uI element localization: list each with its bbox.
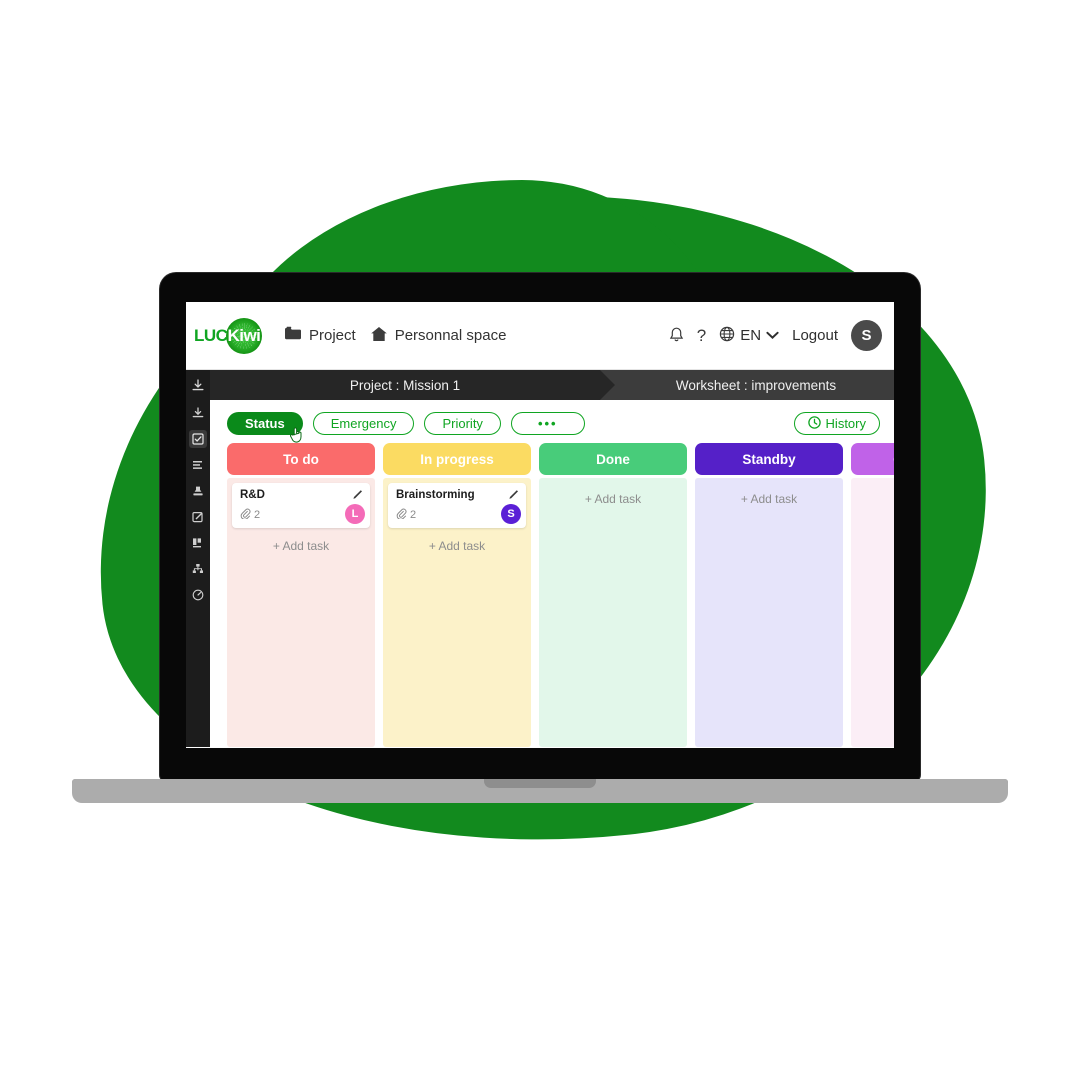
task-title: Brainstorming (396, 489, 475, 501)
laptop-screen: LUCKiwi Project Personnal space ? EN Log… (186, 302, 894, 748)
breadcrumb-worksheet[interactable]: Worksheet : improvements (600, 370, 894, 400)
kanban-column-body: + Add task (851, 478, 894, 747)
kanban-column-header[interactable]: Cancelled (851, 443, 894, 475)
board-content: Status Emergency Priority ••• History To… (210, 400, 894, 747)
header-actions: ? EN Logout S (669, 320, 882, 351)
history-button[interactable]: History (793, 412, 880, 435)
folder-icon (284, 326, 302, 345)
filter-chip-more-label: ••• (537, 416, 558, 431)
kanban-column-header[interactable]: Standby (695, 443, 843, 475)
sidebar-item-list[interactable] (189, 456, 207, 474)
logo-kiwi: Kiwi (227, 325, 261, 345)
question-mark-icon[interactable]: ? (697, 326, 706, 346)
kanban-column-header[interactable]: In progress (383, 443, 531, 475)
filter-chip-status-label: Status (245, 416, 285, 431)
kanban-column: Done + Add task (539, 443, 687, 747)
task-card[interactable]: Brainstorming 2 S (388, 483, 526, 528)
import-icon[interactable] (186, 370, 210, 400)
nav-item-project[interactable]: Project (284, 326, 356, 345)
add-task-button[interactable]: + Add task (856, 483, 894, 506)
chevron-down-icon (766, 327, 779, 344)
logout-button[interactable]: Logout (792, 327, 838, 344)
app-logo[interactable]: LUCKiwi (194, 316, 270, 356)
left-sidebar (186, 400, 210, 747)
sidebar-item-import[interactable] (189, 404, 207, 422)
sidebar-item-org-chart[interactable] (189, 560, 207, 578)
kanban-column-header[interactable]: Done (539, 443, 687, 475)
logo-luc: LUC (194, 325, 228, 345)
poster-stage: LUCKiwi Project Personnal space ? EN Log… (0, 0, 1080, 1080)
app-header: LUCKiwi Project Personnal space ? EN Log… (186, 302, 894, 370)
kanban-board: To do R&D 2 L + Add task In progress Brainstor… (210, 443, 894, 747)
kanban-column-header[interactable]: To do (227, 443, 375, 475)
sidebar-item-edit-note[interactable] (189, 508, 207, 526)
breadcrumb: Project : Mission 1 Worksheet : improvem… (186, 370, 894, 400)
bell-icon[interactable] (669, 327, 684, 344)
clock-icon (807, 415, 821, 432)
sidebar-item-stamp[interactable] (189, 482, 207, 500)
globe-icon (719, 326, 735, 346)
kanban-column-body: R&D 2 L + Add task (227, 478, 375, 747)
filter-chip-priority[interactable]: Priority (424, 412, 501, 435)
laptop-mockup: LUCKiwi Project Personnal space ? EN Log… (0, 0, 1080, 1080)
filter-chip-emergency-label: Emergency (330, 416, 397, 431)
nav-label-project: Project (309, 327, 356, 344)
hand-cursor-icon (289, 426, 304, 444)
add-task-button[interactable]: + Add task (700, 483, 838, 506)
add-task-button[interactable]: + Add task (544, 483, 682, 506)
attachment-count: 2 (254, 509, 261, 521)
sidebar-item-checklist[interactable] (189, 430, 207, 448)
attachment-icon (240, 508, 251, 522)
kanban-column: Cancelled + Add task (851, 443, 894, 747)
kanban-column-body: + Add task (539, 478, 687, 747)
filter-row: Status Emergency Priority ••• History (210, 400, 894, 443)
sidebar-item-gauge[interactable] (189, 586, 207, 604)
avatar[interactable]: S (851, 320, 882, 351)
app-body: Status Emergency Priority ••• History To… (186, 400, 894, 747)
task-assignee-avatar[interactable]: L (345, 504, 365, 524)
kanban-column: To do R&D 2 L + Add task (227, 443, 375, 747)
home-icon (370, 326, 388, 346)
filter-chip-priority-label: Priority (442, 416, 483, 431)
attachment-count: 2 (410, 509, 417, 521)
task-title: R&D (240, 489, 265, 501)
nav-item-personal-space[interactable]: Personnal space (370, 326, 507, 346)
history-label: History (825, 416, 866, 431)
laptop-trackpad-notch (484, 779, 596, 788)
language-value: EN (740, 327, 762, 344)
attachment-icon (396, 508, 407, 522)
add-task-button[interactable]: + Add task (388, 528, 526, 553)
language-selector[interactable]: EN (719, 326, 779, 346)
filter-chip-more[interactable]: ••• (510, 412, 585, 435)
kanban-column: In progress Brainstorming 2 S + Add task (383, 443, 531, 747)
add-task-button[interactable]: + Add task (232, 528, 370, 553)
kanban-column-body: + Add task (695, 478, 843, 747)
task-assignee-avatar[interactable]: S (501, 504, 521, 524)
kanban-column: Standby + Add task (695, 443, 843, 747)
nav-label-personal-space: Personnal space (394, 327, 507, 344)
filter-chip-emergency[interactable]: Emergency (312, 412, 415, 435)
logo-text: LUCKiwi (194, 325, 261, 346)
breadcrumb-project[interactable]: Project : Mission 1 (210, 370, 615, 400)
filter-chip-status[interactable]: Status (227, 412, 303, 443)
task-card[interactable]: R&D 2 L (232, 483, 370, 528)
kanban-column-body: Brainstorming 2 S + Add task (383, 478, 531, 747)
sidebar-item-kanban[interactable] (189, 534, 207, 552)
